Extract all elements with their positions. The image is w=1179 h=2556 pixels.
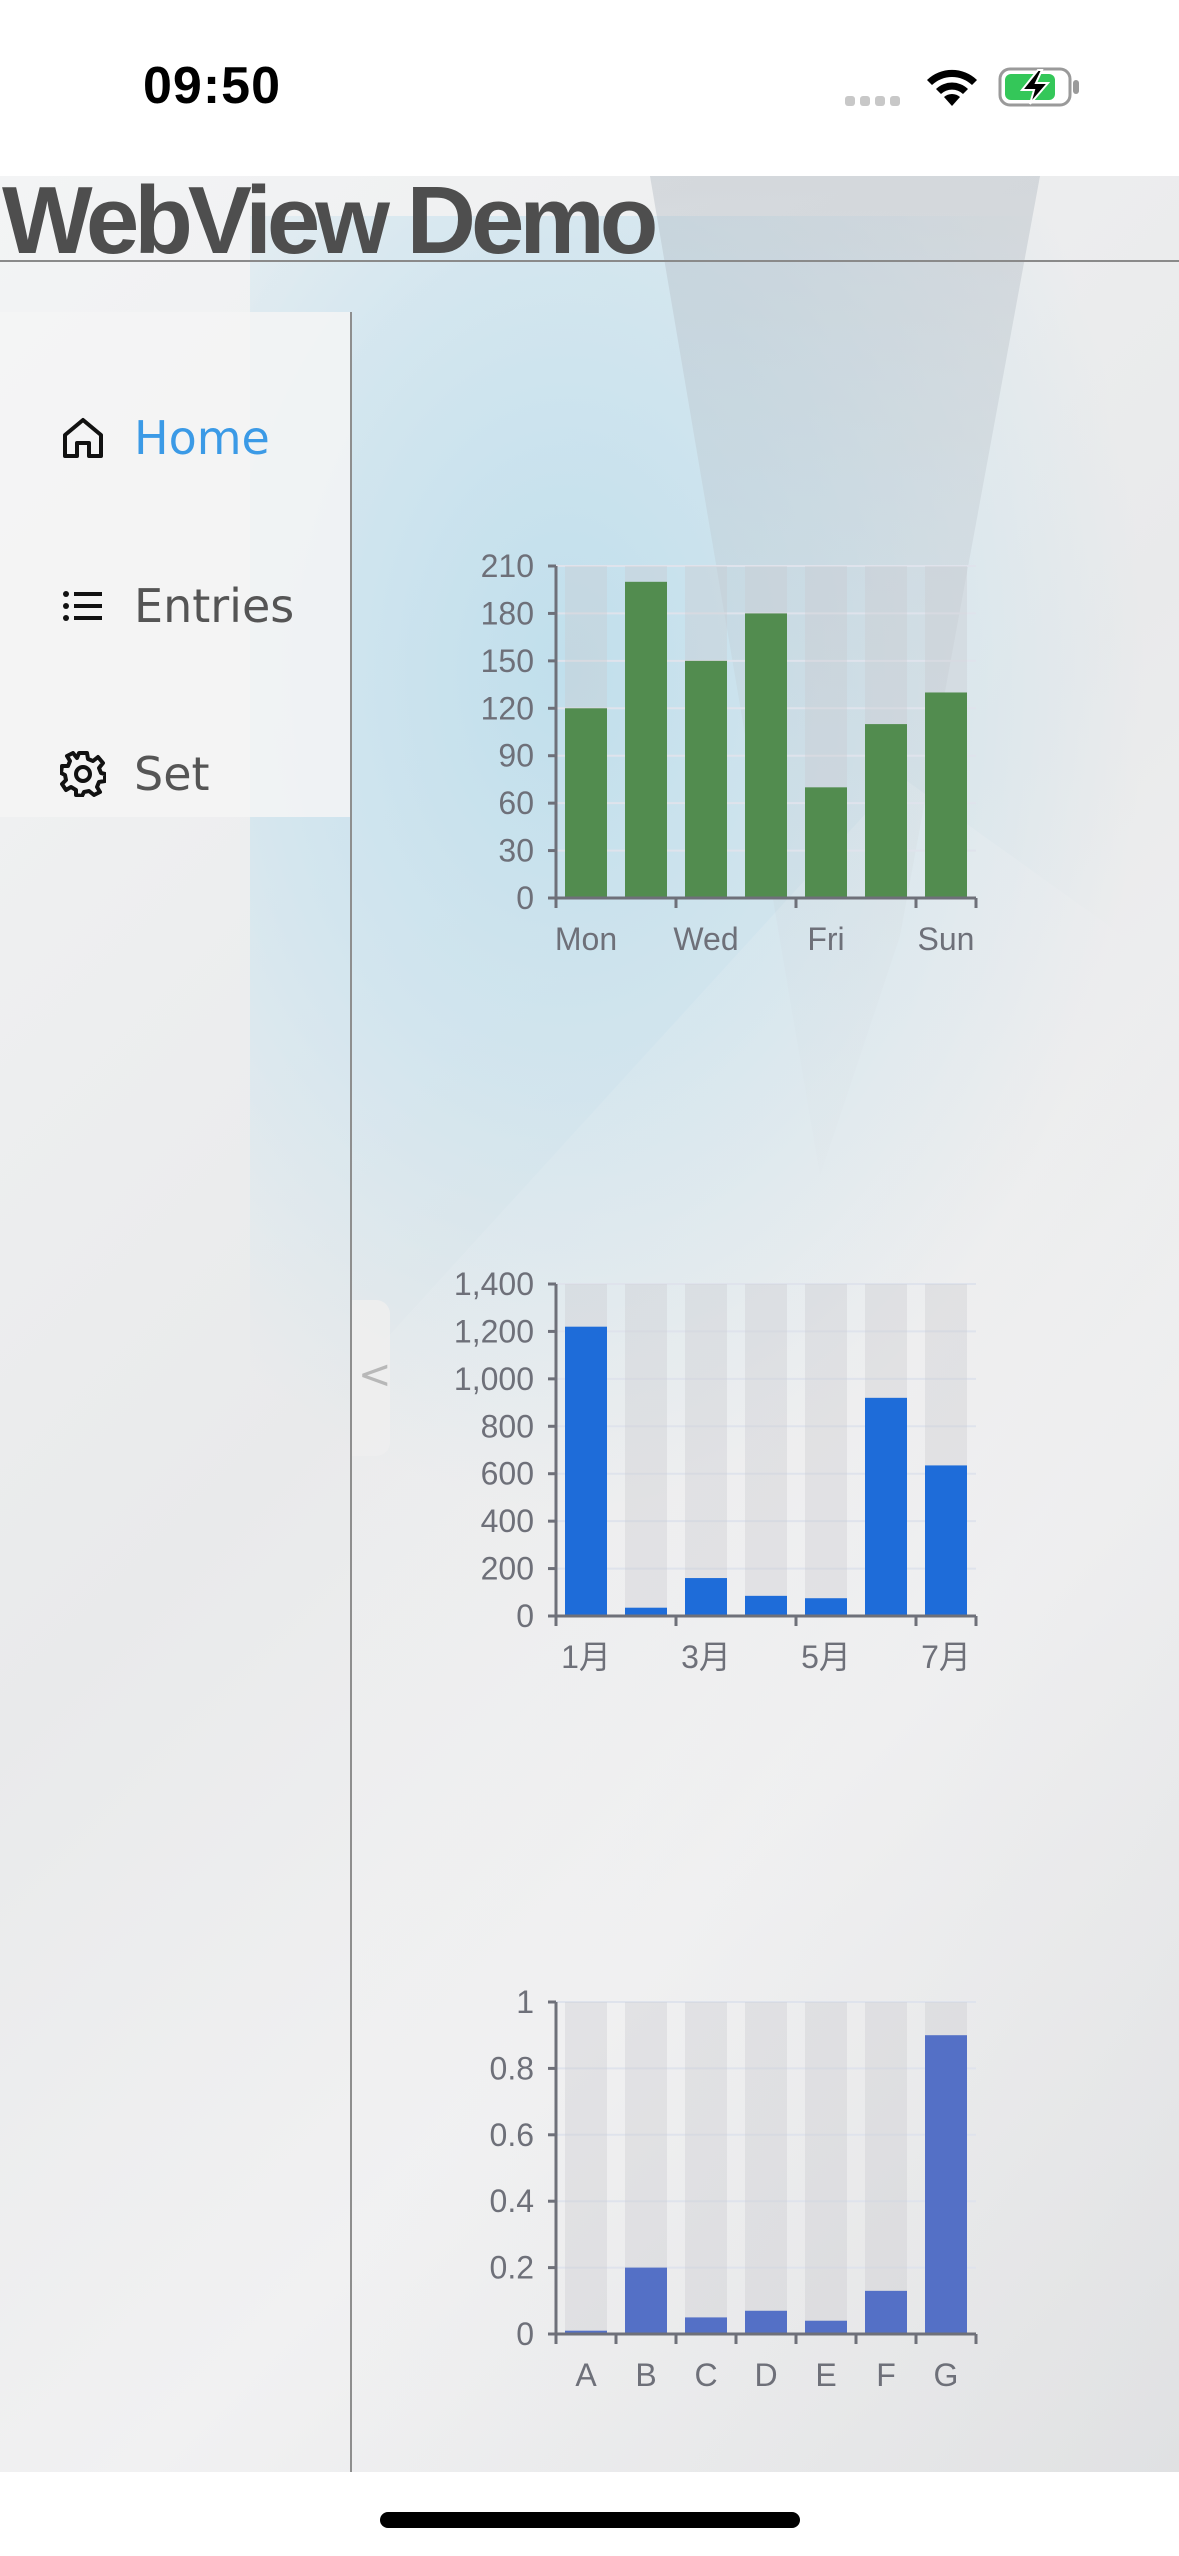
x-tick-label: F [876, 2357, 896, 2393]
x-tick-label: Fri [807, 921, 844, 957]
bar-C [685, 2317, 727, 2334]
y-tick-label: 0.2 [490, 2250, 534, 2286]
sidebar: Home Entries Set [0, 312, 352, 2472]
sidebar-item-home[interactable]: Home [0, 388, 350, 488]
sidebar-collapse-handle[interactable]: < [352, 1300, 392, 1456]
y-tick-label: 180 [481, 595, 534, 631]
y-tick-label: 800 [481, 1408, 534, 1444]
bar-background [625, 1284, 667, 1616]
y-tick-label: 1,400 [454, 1266, 534, 1302]
bar-6月 [865, 1397, 907, 1616]
bar-F [865, 2290, 907, 2334]
wifi-icon [927, 69, 977, 106]
bar-chart-weekly: 0 30 60 90 120 150 180 210 Mon Wed Fri Sun [420, 526, 1020, 966]
x-tick-label: 1月 [561, 1639, 611, 1675]
status-bar: 09:50 [0, 0, 1179, 176]
app-screen: WebView Demo Home Entries Set < 0 30 60 … [0, 176, 1179, 2472]
bar-7月 [925, 1465, 967, 1616]
x-tick-label: 5月 [801, 1639, 851, 1675]
bar-background [685, 1284, 727, 1616]
bar-B [625, 2267, 667, 2334]
y-tick-label: 0 [516, 880, 534, 916]
bar-3月 [685, 1578, 727, 1616]
bar-D [745, 2310, 787, 2334]
y-tick-label: 0.8 [490, 2050, 534, 2086]
y-tick-label: 0 [516, 2316, 534, 2352]
y-tick-label: 210 [481, 548, 534, 584]
bar-Wed [685, 660, 727, 898]
bar-Tue [625, 581, 667, 898]
sidebar-item-entries[interactable]: Entries [0, 556, 350, 656]
y-tick-label: 600 [481, 1456, 534, 1492]
bar-4月 [745, 1595, 787, 1616]
x-tick-label: Sun [918, 921, 975, 957]
gear-icon [60, 751, 106, 797]
x-tick-label: B [635, 2357, 656, 2393]
y-tick-label: 120 [481, 690, 534, 726]
bar-background [805, 2002, 847, 2334]
bar-Sun [925, 692, 967, 898]
x-tick-label: 7月 [921, 1639, 971, 1675]
bar-chart-ratio: 0 0.2 0.4 0.6 0.8 1 A B C D E F G [420, 1962, 1020, 2402]
bar-background [745, 1284, 787, 1616]
cellular-signal-icon [845, 96, 900, 106]
app-title: WebView Demo [2, 176, 658, 274]
y-tick-label: 0.4 [490, 2183, 534, 2219]
bar-chart-monthly: 0 200 400 600 800 1,000 1,200 1,400 1月 3月 5月 7月 [420, 1244, 1020, 1684]
y-tick-label: 1,200 [454, 1313, 534, 1349]
sidebar-item-label: Entries [134, 579, 295, 633]
y-tick-label: 0 [516, 1598, 534, 1634]
title-divider [0, 260, 1179, 262]
sidebar-item-set[interactable]: Set [0, 724, 350, 824]
bar-Mon [565, 708, 607, 898]
home-indicator[interactable] [380, 2512, 800, 2528]
y-tick-label: 400 [481, 1503, 534, 1539]
x-tick-label: C [694, 2357, 717, 2393]
bar-background [685, 2002, 727, 2334]
bar-Sat [865, 724, 907, 898]
sidebar-item-label: Set [134, 747, 210, 801]
x-tick-label: 3月 [681, 1639, 731, 1675]
chart-svg: 0 30 60 90 120 150 180 210 Mon Wed Fri Sun [481, 548, 978, 957]
status-time: 09:50 [143, 57, 281, 115]
x-tick-label: G [934, 2357, 959, 2393]
chart-svg: 0 0.2 0.4 0.6 0.8 1 A B C D E F G [490, 1984, 978, 2393]
chevron-left-icon: < [358, 1352, 392, 1398]
chart-svg: 0 200 400 600 800 1,000 1,200 1,400 1月 3月 5月 7月 [454, 1266, 978, 1675]
bar-Fri [805, 787, 847, 898]
bar-Thu [745, 613, 787, 898]
y-tick-label: 0.6 [490, 2117, 534, 2153]
x-tick-label: Wed [673, 921, 738, 957]
list-icon [63, 591, 102, 621]
bar-G [925, 2035, 967, 2334]
y-tick-label: 150 [481, 643, 534, 679]
x-tick-label: Mon [555, 921, 617, 957]
y-tick-label: 200 [481, 1551, 534, 1587]
y-tick-label: 1,000 [454, 1361, 534, 1397]
bar-background [805, 1284, 847, 1616]
sidebar-menu: Home Entries Set [0, 312, 350, 817]
bar-background [865, 2002, 907, 2334]
bar-1月 [565, 1326, 607, 1616]
x-tick-label: D [754, 2357, 777, 2393]
y-tick-label: 90 [498, 738, 534, 774]
bar-5月 [805, 1598, 847, 1616]
bar-background [565, 2002, 607, 2334]
battery-charging-icon [998, 67, 1079, 107]
y-tick-label: 30 [498, 833, 534, 869]
x-tick-label: A [575, 2357, 597, 2393]
home-icon [63, 418, 103, 458]
bar-E [805, 2320, 847, 2334]
y-tick-label: 1 [516, 1984, 534, 2020]
x-tick-label: E [815, 2357, 836, 2393]
bar-background [745, 2002, 787, 2334]
sidebar-item-label: Home [134, 411, 270, 465]
y-tick-label: 60 [498, 785, 534, 821]
